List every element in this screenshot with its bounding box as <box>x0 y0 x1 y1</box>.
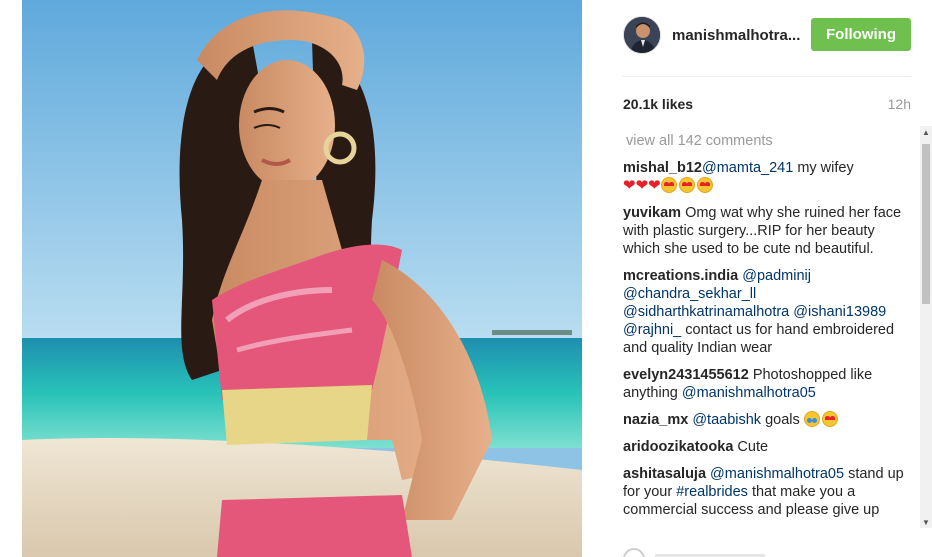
mention-link[interactable]: @chandra_sekhar_ll <box>623 286 756 302</box>
view-all-comments-link[interactable]: view all 142 comments <box>626 132 911 150</box>
comments-scrollbar[interactable]: ▲ ▼ <box>920 126 932 528</box>
post-time[interactable]: 12h <box>888 96 911 112</box>
comment-item: nazia_mx @taabishk goals <box>623 411 911 429</box>
red-heart-icon: ❤ <box>648 177 661 194</box>
scroll-thumb[interactable] <box>922 144 930 304</box>
comment-username[interactable]: ashitasaluja <box>623 466 706 482</box>
avatar-icon[interactable] <box>623 16 661 54</box>
hashtag-link[interactable]: #realbrides <box>676 484 748 500</box>
comment-username[interactable]: nazia_mx <box>623 412 688 428</box>
comment-item: ashitasaluja @manishmalhotra05 stand up … <box>623 465 911 519</box>
mention-link[interactable]: @rajhni_ <box>623 322 681 338</box>
comment-username[interactable]: evelyn2431455612 <box>623 367 749 383</box>
comment-item: aridoozikatooka Cute <box>623 438 911 456</box>
heart-eyes-face-icon <box>821 411 838 427</box>
heart-eyes-face-icon <box>660 177 677 193</box>
comment-text: my wifey <box>793 160 854 176</box>
mention-link[interactable]: @manishmalhotra05 <box>710 466 844 482</box>
comment-username[interactable]: mishal_b12 <box>623 160 702 176</box>
comment-item: mcreations.india @padminij @chandra_sekh… <box>623 267 911 357</box>
comment-username[interactable]: aridoozikatooka <box>623 439 733 455</box>
action-bar <box>623 548 911 557</box>
comment-text: goals <box>761 412 804 428</box>
red-heart-icon: ❤ <box>635 177 649 194</box>
heart-eyes-face-icon <box>678 177 695 193</box>
post-header: manishmalhotra... Following <box>622 0 912 70</box>
mention-link[interactable]: @ishani13989 <box>793 304 886 320</box>
following-button[interactable]: Following <box>811 18 911 51</box>
red-heart-icon: ❤ <box>623 177 636 194</box>
comment-item: yuvikam Omg wat why she ruined her face … <box>623 204 911 258</box>
scroll-down-arrow-icon[interactable]: ▼ <box>920 516 932 528</box>
mention-link[interactable]: @sidharthkatrinamalhotra <box>623 304 789 320</box>
comment-username[interactable]: mcreations.india <box>623 268 738 284</box>
mention-link[interactable]: @padminij <box>742 268 811 284</box>
comment-item: evelyn2431455612 Photoshopped like anyth… <box>623 366 911 402</box>
comments-list: view all 142 comments mishal_b12@mamta_2… <box>623 132 911 526</box>
comment-text: Cute <box>733 439 769 455</box>
heart-eyes-face-icon <box>696 177 713 193</box>
mention-link[interactable]: @mamta_241 <box>702 160 793 176</box>
crying-face-icon <box>803 411 820 427</box>
header-divider <box>622 76 911 77</box>
author-username[interactable]: manishmalhotra... <box>672 27 800 44</box>
comment-item: mishal_b12@mamta_241 my wifey ❤❤❤ <box>623 159 911 195</box>
comment-username[interactable]: yuvikam <box>623 205 681 221</box>
post-photo-image <box>22 0 582 557</box>
post-photo[interactable] <box>22 0 582 557</box>
likes-count[interactable]: 20.1k likes <box>623 96 693 112</box>
heart-outline-icon[interactable] <box>623 548 645 557</box>
mention-link[interactable]: @manishmalhotra05 <box>682 385 816 401</box>
scroll-up-arrow-icon[interactable]: ▲ <box>920 126 932 138</box>
post-sidebar: manishmalhotra... Following 20.1k likes … <box>582 0 932 557</box>
mention-link[interactable]: @taabishk <box>692 412 761 428</box>
likes-row: 20.1k likes 12h <box>623 94 911 114</box>
